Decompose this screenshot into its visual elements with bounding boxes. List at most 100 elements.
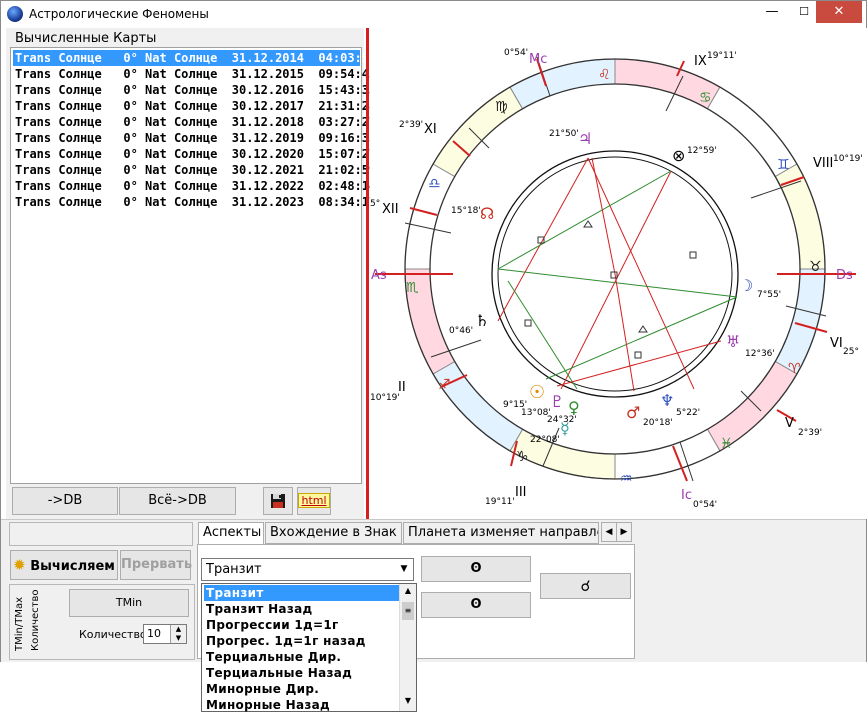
scroll-down-icon[interactable]: ▼ (402, 696, 414, 708)
virgo-sign-icon: ♍ (495, 99, 508, 115)
svg-text:15°18': 15°18' (451, 206, 481, 216)
conjunction-button[interactable]: ☌ (540, 573, 631, 599)
tab-scroll-left-icon[interactable]: ◀ (601, 522, 617, 542)
house-xii-label: XII (382, 202, 399, 217)
svg-text:19°11': 19°11' (707, 51, 737, 61)
all-to-db-button[interactable]: Всё->DB (119, 487, 236, 515)
tab-planet-direction[interactable]: Планета изменяет направле (403, 522, 599, 544)
venus-icon: ♀ (568, 398, 580, 417)
sagittarius-sign-icon: ♐ (438, 377, 451, 393)
svg-text:12°36': 12°36' (745, 349, 775, 359)
tab-sign-ingress[interactable]: Вхождение в Знак (265, 522, 402, 544)
aspect-button-2[interactable]: ʘ (421, 592, 531, 618)
list-item[interactable]: Trans Солнце 0° Nat Солнце 30.12.2017 21… (13, 98, 376, 114)
mercury-icon: ☿ (560, 419, 570, 438)
tmin-button[interactable]: TMin (69, 589, 189, 617)
ic-label: Ic (681, 488, 692, 503)
svg-text:0°46': 0°46' (449, 326, 473, 336)
svg-text:21°50': 21°50' (549, 129, 579, 139)
svg-text:5°: 5° (370, 199, 380, 209)
scroll-up-icon[interactable]: ▲ (402, 586, 414, 598)
stop-button[interactable]: Прервать (120, 550, 192, 580)
house-iii-label: III (515, 485, 527, 500)
title-bar: Астрологические Феномены — ☐ ✕ (1, 1, 866, 27)
chevron-down-icon[interactable]: ▼ (396, 560, 412, 579)
html-icon: html (298, 493, 330, 508)
transit-type-dropdown[interactable]: Транзит Транзит Назад Прогрессии 1д=1г П… (201, 583, 417, 712)
aspect-button-1[interactable]: ʘ (421, 556, 531, 582)
svg-text:0°54': 0°54' (693, 500, 717, 510)
aries-sign-icon: ♈ (788, 361, 801, 377)
to-db-button[interactable]: ->DB (12, 487, 118, 515)
html-export-button[interactable]: html (297, 487, 331, 515)
leo-sign-icon: ♌ (598, 67, 611, 83)
dropdown-item[interactable]: Прогрессии 1д=1г (204, 617, 399, 633)
dropdown-item[interactable]: Транзит (204, 585, 399, 601)
saturn-icon: ♄ (475, 311, 489, 330)
list-item[interactable]: Trans Солнце 0° Nat Солнце 31.12.2018 03… (13, 114, 376, 130)
ds-label: Ds (836, 268, 853, 283)
svg-text:7°55': 7°55' (757, 290, 781, 300)
svg-text:10°19': 10°19' (833, 154, 863, 164)
splitter[interactable] (366, 28, 369, 519)
gemini-sign-icon: ♊ (777, 157, 790, 173)
list-item[interactable]: Trans Солнце 0° Nat Солнце 31.12.2014 04… (13, 50, 376, 66)
house-ix-label: IX (694, 54, 707, 69)
dropdown-item[interactable]: Прогрес. 1д=1г назад (204, 633, 399, 649)
maximize-button[interactable]: ☐ (795, 1, 813, 23)
combo-value: Транзит (206, 562, 262, 577)
status-field (9, 522, 193, 546)
svg-text:5°22': 5°22' (676, 408, 700, 418)
libra-sign-icon: ♎ (428, 176, 441, 192)
count-value: 10 (147, 627, 161, 640)
cancer-sign-icon: ♋ (699, 90, 712, 106)
close-button[interactable]: ✕ (816, 1, 862, 23)
dropdown-item[interactable]: Транзит Назад (204, 601, 399, 617)
house-v-label: V (785, 416, 794, 431)
svg-text:0°54': 0°54' (504, 48, 528, 58)
sun-burst-icon: ✹ (13, 556, 26, 574)
list-item[interactable]: Trans Солнце 0° Nat Солнце 30.12.2021 21… (13, 162, 376, 178)
svg-text:2°39': 2°39' (399, 120, 423, 130)
scroll-thumb[interactable]: ≡ (402, 602, 414, 620)
dropdown-item[interactable]: Терциальные Назад (204, 665, 399, 681)
moon-icon: ☽ (739, 276, 753, 295)
svg-text:19°11': 19°11' (485, 497, 515, 507)
earth-point-icon: ⊗ (672, 146, 685, 165)
neptune-icon: ♆ (660, 391, 674, 410)
taurus-sign-icon: ♉ (809, 259, 822, 275)
calculate-button[interactable]: ✹ Вычисляем (10, 550, 118, 580)
minimize-button[interactable]: — (749, 1, 795, 23)
tab-scroll-right-icon[interactable]: ▶ (616, 522, 632, 542)
list-item[interactable]: Trans Солнце 0° Nat Солнце 30.12.2016 15… (13, 82, 376, 98)
list-item[interactable]: Trans Солнце 0° Nat Солнце 31.12.2023 08… (13, 194, 376, 210)
dropdown-scrollbar[interactable]: ▲ ≡ ▼ (399, 584, 416, 711)
list-item[interactable]: Trans Солнце 0° Nat Солнце 31.12.2022 02… (13, 178, 376, 194)
app-window: Астрологические Феномены — ☐ ✕ Вычисленн… (0, 0, 867, 712)
transit-type-combo[interactable]: Транзит ▼ (201, 558, 414, 581)
count-tab[interactable]: Количество (30, 589, 41, 651)
count-spinner[interactable]: ▲ ▼ (170, 625, 186, 643)
floppy-disk-icon (271, 494, 285, 508)
svg-text:9°15': 9°15' (503, 400, 527, 410)
jupiter-icon: ♃ (578, 129, 592, 148)
scorpio-sign-icon: ♏ (406, 280, 419, 296)
charts-listbox[interactable]: Trans Солнце 0° Nat Солнце 31.12.2014 04… (10, 47, 376, 484)
capricorn-sign-icon: ♑ (516, 449, 529, 465)
dropdown-item[interactable]: Терциальные Дир. (204, 649, 399, 665)
house-vi-label: VI (830, 336, 843, 351)
uranus-icon: ♅ (726, 332, 740, 351)
pisces-sign-icon: ♓ (720, 436, 733, 452)
save-button[interactable] (263, 487, 293, 515)
list-item[interactable]: Trans Солнце 0° Nat Солнце 30.12.2020 15… (13, 146, 376, 162)
list-item[interactable]: Trans Солнце 0° Nat Солнце 31.12.2015 09… (13, 66, 376, 82)
svg-text:10°19': 10°19' (370, 393, 400, 403)
calculate-label: Вычисляем (30, 559, 115, 574)
tmin-tmax-tab[interactable]: TMin/TMax (14, 597, 25, 651)
node-icon: ☊ (480, 204, 494, 223)
list-item[interactable]: Trans Солнце 0° Nat Солнце 31.12.2019 09… (13, 130, 376, 146)
tab-aspects[interactable]: Аспекты (198, 522, 264, 545)
pluto-icon: ♇ (550, 392, 564, 411)
svg-text:25°: 25° (843, 347, 859, 357)
dropdown-item[interactable]: Минорные Дир. (204, 681, 399, 697)
